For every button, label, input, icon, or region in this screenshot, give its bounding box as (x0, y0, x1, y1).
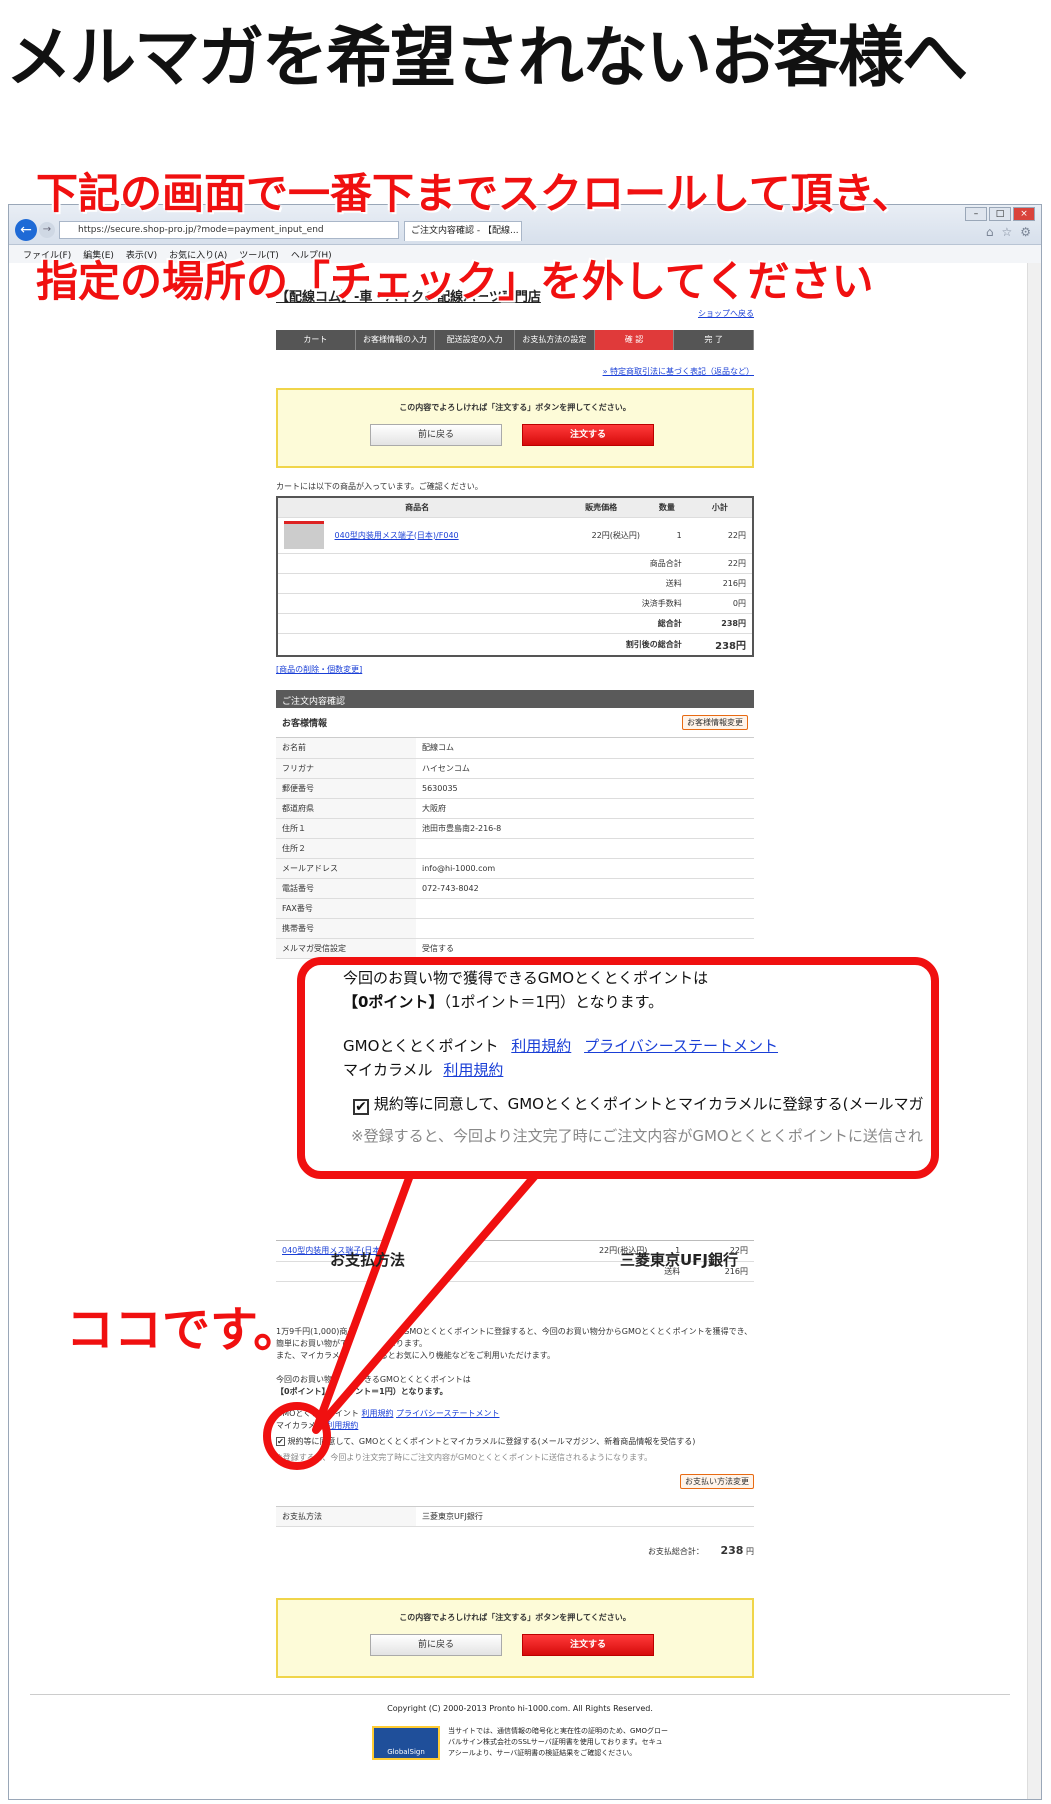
callout-bottom-left: お支払方法 (330, 1251, 406, 1269)
callout-checkbox[interactable]: ✔ (353, 1099, 369, 1115)
callout-pointer (263, 1069, 544, 1470)
callout-points-bold: 【0ポイント】 (343, 993, 444, 1011)
callout-mycaramel-terms[interactable]: 利用規約 (443, 1061, 503, 1079)
callout-terms-link[interactable]: 利用規約 (511, 1037, 571, 1055)
callout-consent-text[interactable]: 規約等に同意して、GMOとくとくポイントとマイカラメルに登録する(メールマガ (374, 1095, 924, 1113)
callout-points-line: 今回のお買い物で獲得できるGMOとくとくポイントは (343, 969, 709, 987)
callout-points-rest: （1ポイント＝1円）となります。 (443, 993, 664, 1011)
callout-mycaramel: マイカラメル (343, 1061, 433, 1079)
zoom-callout: 今回のお買い物で獲得できるGMOとくとくポイントは 【0ポイント】（1ポイント＝… (297, 957, 939, 1179)
callout-note: ※登録すると、今回より注文完了時にご注文内容がGMOとくとくポイントに送信され (351, 1127, 923, 1145)
callout-privacy-link[interactable]: プライバシーステートメント (584, 1037, 778, 1055)
callout-bottom-right: 三菱東京UFJ銀行 (620, 1251, 739, 1269)
callout-gmo-label: GMOとくとくポイント (343, 1037, 499, 1055)
here-label: ココです。 (66, 1302, 302, 1358)
